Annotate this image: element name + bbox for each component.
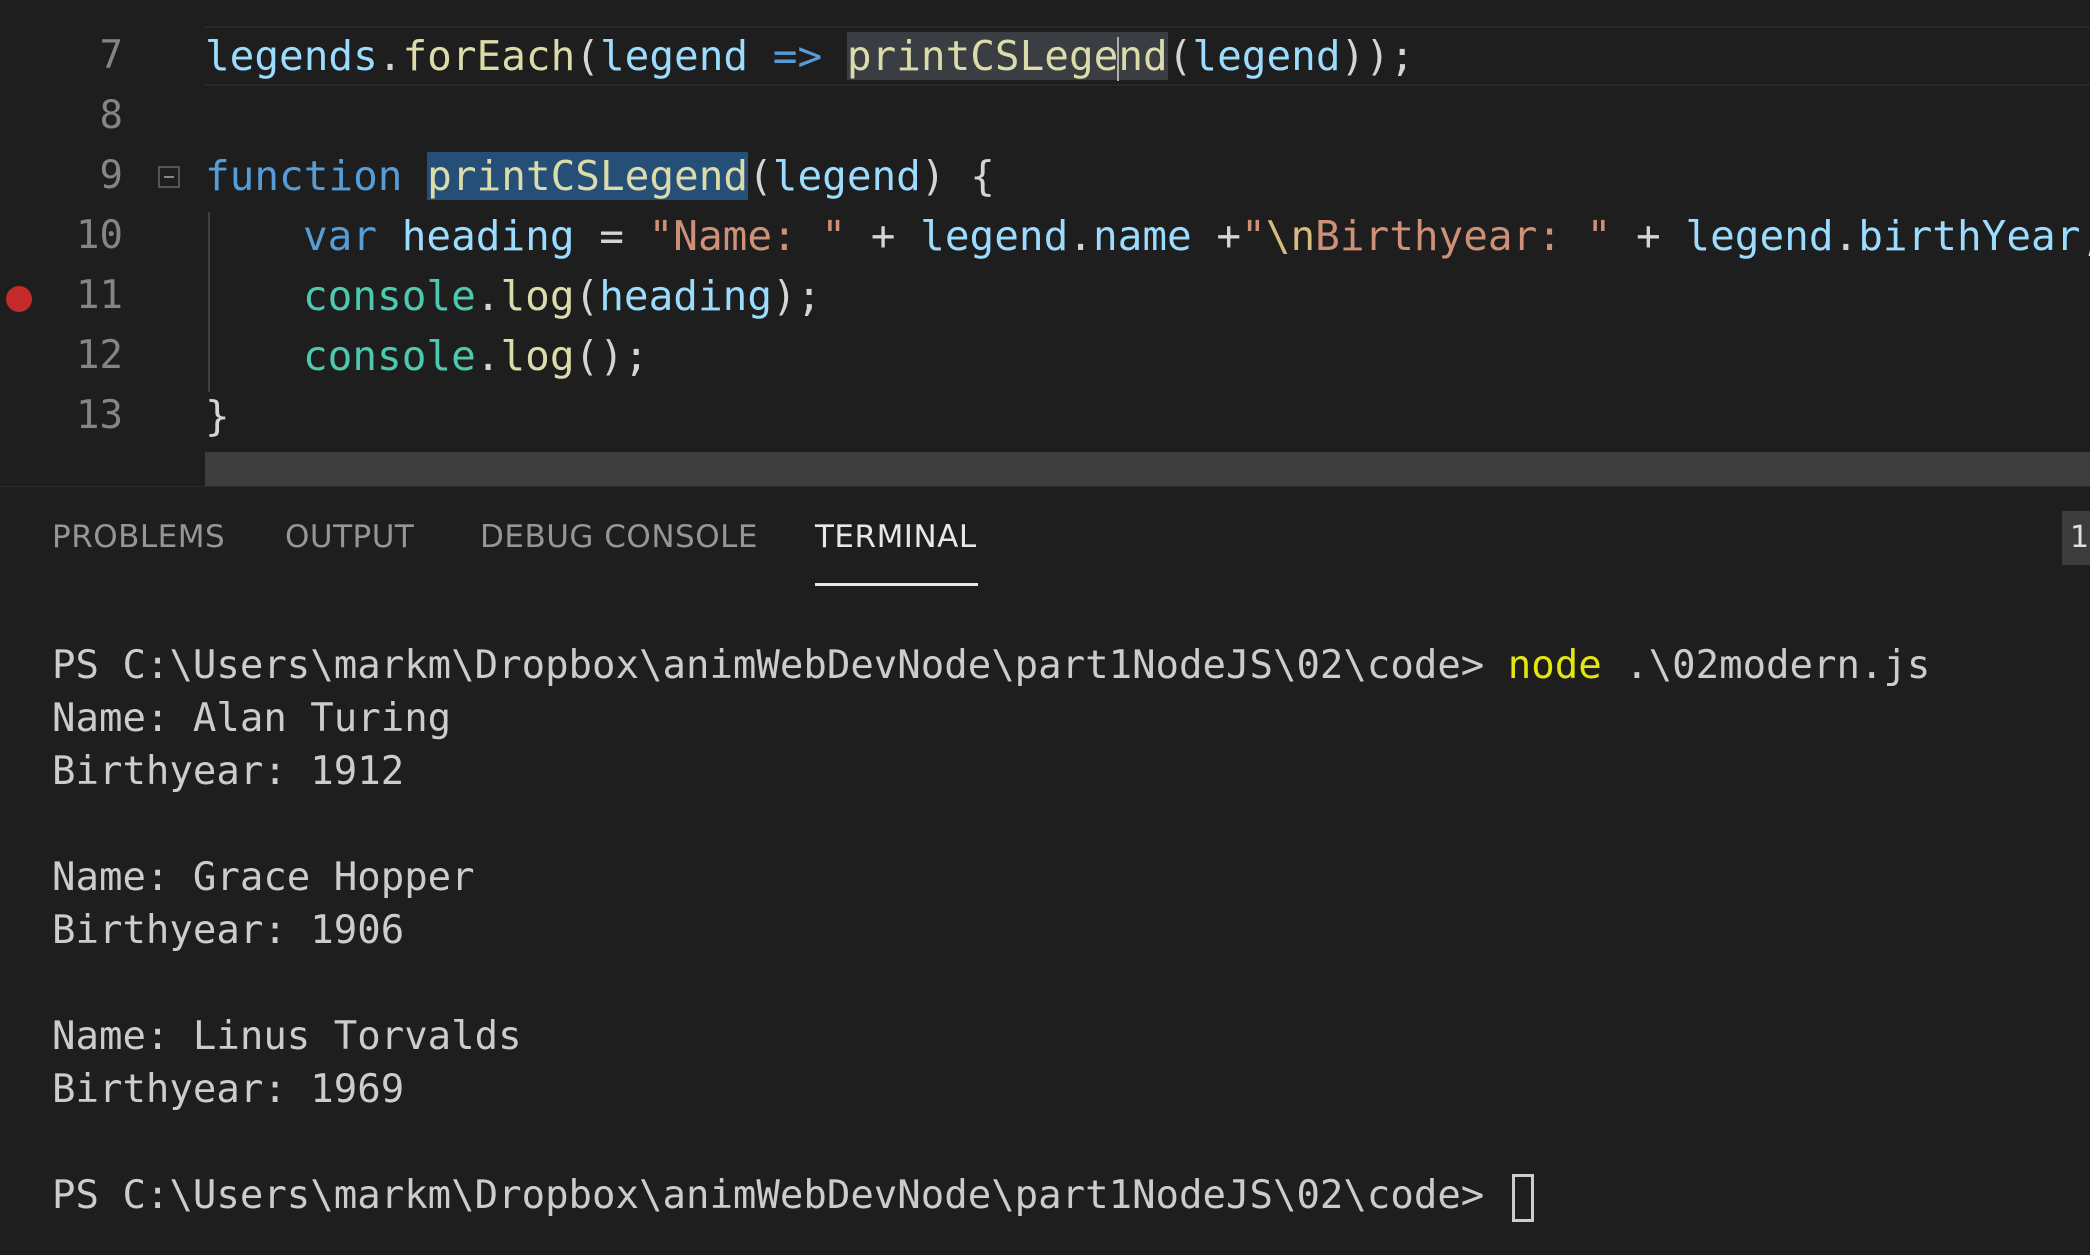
token: Birthyear: " [1315, 212, 1612, 260]
token: heading [401, 212, 575, 260]
code-text[interactable]: console.log(); [205, 326, 649, 386]
code-text[interactable]: console.log(heading); [205, 266, 821, 326]
token: + [1611, 212, 1686, 260]
terminal-selector[interactable]: 1 [2062, 511, 2090, 565]
token: forEach [402, 32, 576, 80]
token: ( [574, 272, 600, 320]
token: log [500, 332, 575, 380]
token: console [303, 332, 476, 380]
token: log [500, 272, 575, 320]
tab-output[interactable]: OUTPUT [285, 487, 414, 587]
token: console [303, 272, 476, 320]
token: printCSLege [846, 32, 1119, 80]
code-line-9[interactable]: 9 function printCSLegend(legend) { [0, 146, 2090, 206]
token: } [205, 392, 230, 440]
bottom-panel: PROBLEMS OUTPUT DEBUG CONSOLE TERMINAL 1… [0, 486, 2090, 1255]
token: . [475, 272, 501, 320]
code-line-10[interactable]: 10 var heading = "Name: " + legend.name … [0, 206, 2090, 266]
token: \n [1265, 212, 1316, 260]
token: + [1191, 212, 1242, 260]
token: legend [920, 212, 1069, 260]
token: ( [575, 32, 600, 80]
code-line-8[interactable]: 8 [0, 86, 2090, 146]
terminal-prompt: PS C:\Users\markm\Dropbox\animWebDevNode… [52, 643, 1508, 688]
terminal-output-line: Name: Linus Torvalds [52, 1014, 522, 1059]
token: name [1092, 212, 1192, 260]
token: ); [772, 272, 822, 320]
token: "Name: " [648, 212, 847, 260]
token: " [1241, 212, 1266, 260]
token: legend [1685, 212, 1834, 260]
token: ) { [920, 152, 995, 200]
terminal-command-line: PS C:\Users\markm\Dropbox\animWebDevNode… [52, 639, 1930, 692]
tab-problems[interactable]: PROBLEMS [52, 487, 225, 587]
terminal-cursor [1511, 1173, 1534, 1222]
code-text[interactable]: var heading = "Name: " + legend.name +"\… [205, 206, 2090, 266]
tab-debug-console[interactable]: DEBUG CONSOLE [480, 487, 758, 587]
word-highlight: printCSLegend [846, 32, 1168, 81]
terminal-command-arg: .\02modern.js [1601, 643, 1931, 688]
token: function [205, 152, 403, 200]
code-text[interactable]: function printCSLegend(legend) { [205, 146, 995, 206]
active-tab-indicator [815, 583, 978, 586]
token: legends [205, 32, 378, 80]
token: var [303, 212, 378, 260]
token: . [1833, 212, 1859, 260]
terminal-prompt: PS C:\Users\markm\Dropbox\animWebDevNode… [52, 1173, 1508, 1218]
code-editor[interactable]: 7 legends.forEach(legend => printCSLegen… [0, 0, 2090, 486]
terminal-input-line[interactable]: PS C:\Users\markm\Dropbox\animWebDevNode… [52, 1169, 1534, 1222]
token: . [475, 332, 501, 380]
code-text[interactable]: } [205, 386, 230, 446]
line-number: 7 [99, 33, 123, 78]
token: legend [772, 152, 921, 200]
token: nd [1118, 32, 1168, 80]
token: + [846, 212, 921, 260]
code-line-13[interactable]: 13 } [0, 386, 2090, 446]
line-number: 13 [76, 393, 123, 438]
selected-token: printCSLegend [427, 152, 749, 200]
token: legend [599, 32, 749, 80]
token: birthYear [1858, 212, 2081, 260]
terminal-output-line: Birthyear: 1912 [52, 749, 405, 794]
code-line-12[interactable]: 12 console.log(); [0, 326, 2090, 386]
code-line-7[interactable]: 7 legends.forEach(legend => printCSLegen… [0, 26, 2090, 86]
terminal-output-line: Birthyear: 1906 [52, 908, 405, 953]
token: ; [2080, 212, 2090, 260]
terminal-output-line: Name: Grace Hopper [52, 855, 475, 900]
terminal-command: node [1507, 643, 1602, 688]
token: = [574, 212, 649, 260]
token: heading [599, 272, 773, 320]
token: ( [748, 152, 773, 200]
token: (); [574, 332, 649, 380]
terminal-output-line: Birthyear: 1969 [52, 1067, 405, 1112]
token: . [377, 32, 403, 80]
line-number: 12 [76, 333, 123, 378]
line-number: 10 [76, 213, 123, 258]
line-number: 11 [76, 273, 123, 318]
tab-terminal[interactable]: TERMINAL [815, 487, 977, 587]
token: => [748, 32, 847, 80]
token: . [1068, 212, 1093, 260]
line-number: 9 [99, 153, 123, 198]
token: )); [1340, 32, 1415, 80]
terminal-output-line: Name: Alan Turing [52, 696, 452, 741]
code-line-11[interactable]: 11 console.log(heading); [0, 266, 2090, 326]
line-number: 8 [99, 93, 123, 138]
code-text[interactable]: legends.forEach(legend => printCSLegend(… [205, 26, 1415, 86]
horizontal-scrollbar[interactable] [205, 452, 2090, 486]
token: ( [1167, 32, 1193, 80]
token: legend [1192, 32, 1341, 80]
